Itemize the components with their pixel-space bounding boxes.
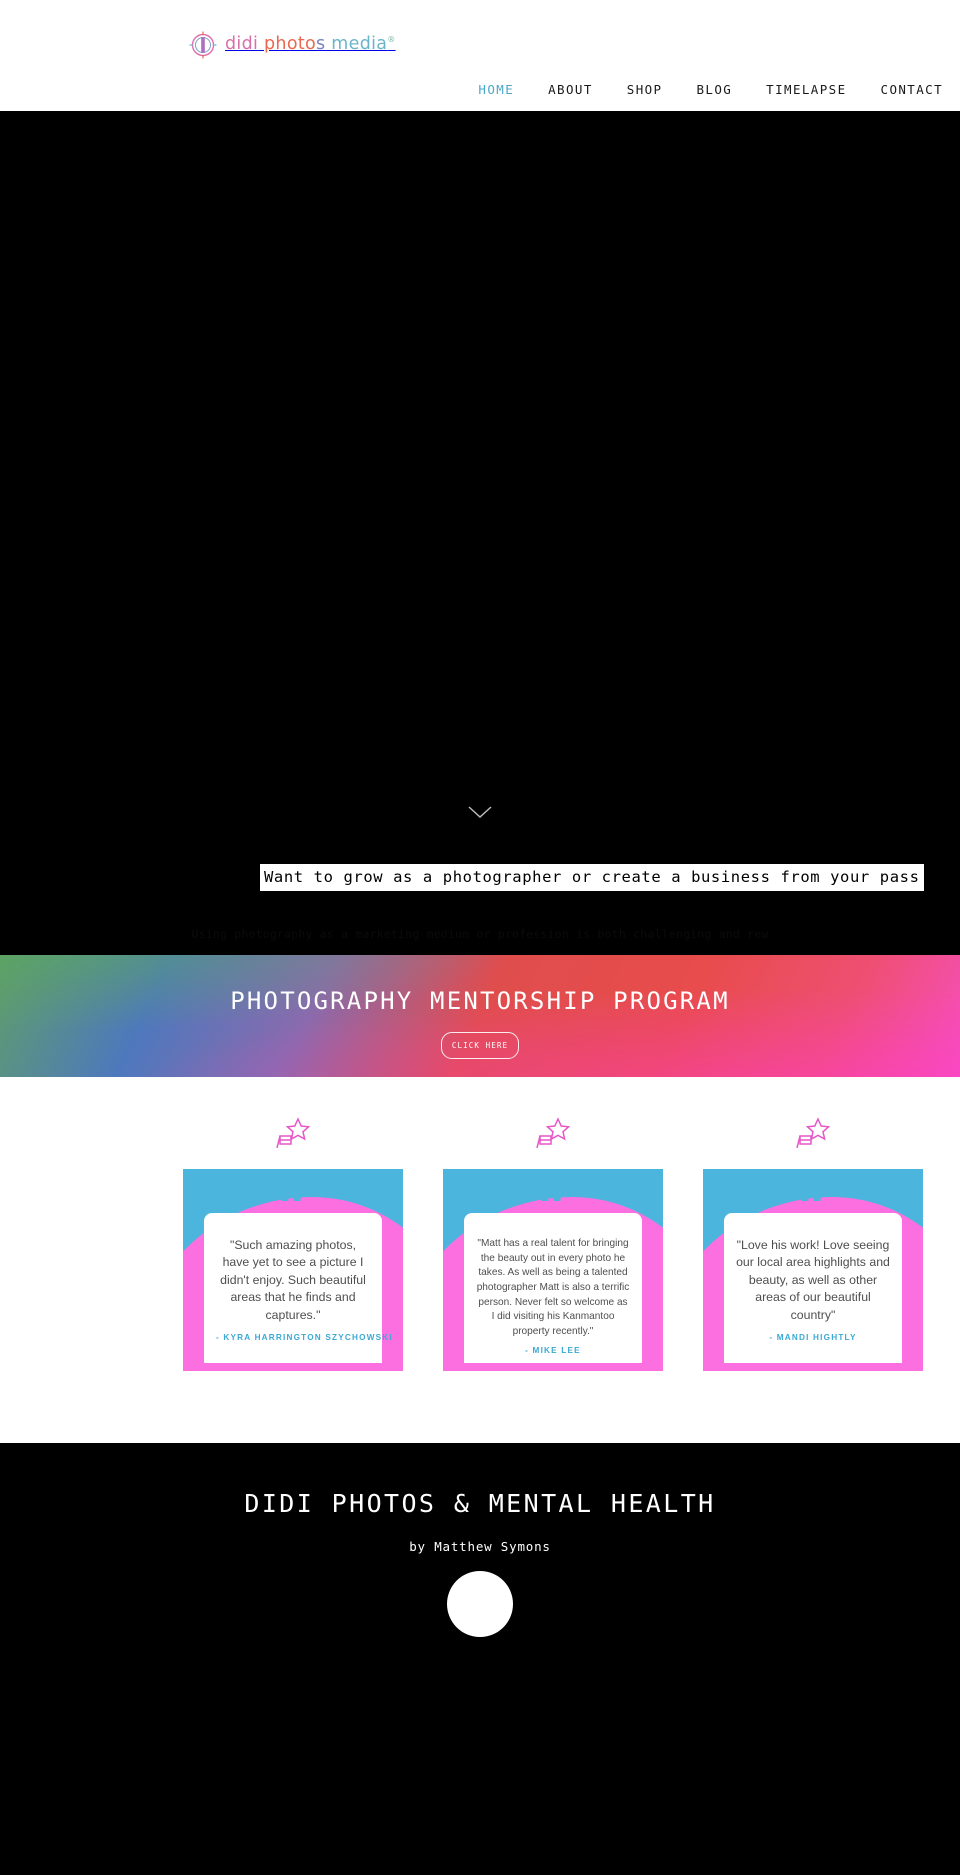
quote-mark-icon: “	[797, 1175, 829, 1239]
testimonial-quote: "Such amazing photos, have yet to see a …	[220, 1238, 366, 1322]
testimonial-author: - MANDI HIGHTLY	[769, 1333, 857, 1343]
logo-text-part-3: s	[316, 34, 326, 55]
star-badge-icon	[796, 1117, 831, 1149]
testimonial-author: - KYRA HARRINGTON SZYCHOWSKI	[216, 1333, 393, 1343]
logo-text-part-4: media	[325, 34, 388, 55]
testimonial-author: - MIKE LEE	[525, 1346, 581, 1356]
quote-mark-icon: “	[277, 1175, 309, 1239]
nav-item-about[interactable]: ABOUT	[531, 82, 610, 98]
mentorship-title: PHOTOGRAPHY MENTORSHIP PROGRAM	[230, 987, 730, 1015]
site-header: didi photos media® HOME ABOUT SHOP BLOG …	[0, 0, 960, 111]
testimonial-card: “ "Matt has a real talent for bringing t…	[443, 1169, 663, 1371]
logo-text-part-2: photo	[258, 34, 316, 55]
camera-aperture-logo-icon	[188, 30, 218, 60]
testimonial-card: “ "Such amazing photos, have yet to see …	[183, 1169, 403, 1371]
video-thumbnail-circle[interactable]	[447, 1571, 513, 1637]
star-badge-icon	[536, 1117, 571, 1149]
logo-text-part-1: didi	[225, 34, 259, 55]
star-badge-icon	[276, 1117, 311, 1149]
click-here-button[interactable]: CLICK HERE	[441, 1032, 519, 1059]
hero-paragraph-1: Using photography as a marketing medium …	[191, 927, 769, 941]
quote-mark-icon: “	[537, 1175, 569, 1239]
testimonials-section: “ "Such amazing photos, have yet to see …	[0, 1077, 960, 1443]
testimonial-item: “ "Love his work! Love seeing our local …	[703, 1117, 923, 1371]
testimonial-card: “ "Love his work! Love seeing our local …	[703, 1169, 923, 1371]
nav-item-timelapse[interactable]: TIMELAPSE	[749, 82, 863, 98]
testimonial-quote: "Love his work! Love seeing our local ar…	[736, 1238, 890, 1322]
mental-health-section: DIDI PHOTOS & MENTAL HEALTH by Matthew S…	[0, 1443, 960, 1875]
hero-section: Want to grow as a photographer or create…	[0, 111, 960, 955]
nav-item-contact[interactable]: CONTACT	[864, 82, 960, 98]
nav-item-blog[interactable]: BLOG	[679, 82, 749, 98]
nav-item-home[interactable]: HOME	[461, 82, 531, 98]
testimonial-list: “ "Such amazing photos, have yet to see …	[0, 1117, 960, 1371]
site-logo[interactable]: didi photos media®	[188, 30, 396, 60]
testimonial-item: “ "Such amazing photos, have yet to see …	[183, 1117, 403, 1371]
logo-registered-mark: ®	[387, 35, 396, 45]
mental-health-byline: by Matthew Symons	[409, 1539, 551, 1554]
testimonial-quote: "Matt has a real talent for bringing the…	[476, 1238, 630, 1337]
testimonial-item: “ "Matt has a real talent for bringing t…	[443, 1117, 663, 1371]
chevron-down-icon[interactable]	[467, 804, 493, 820]
nav-item-shop[interactable]: SHOP	[610, 82, 680, 98]
hero-headline-banner: Want to grow as a photographer or create…	[260, 864, 924, 891]
main-navigation: HOME ABOUT SHOP BLOG TIMELAPSE CONTACT	[461, 82, 960, 98]
site-logo-text: didi photos media®	[225, 36, 396, 54]
mental-health-title: DIDI PHOTOS & MENTAL HEALTH	[244, 1489, 716, 1518]
hero-body-copy: Using photography as a marketing medium …	[0, 923, 960, 955]
mentorship-banner: PHOTOGRAPHY MENTORSHIP PROGRAM CLICK HER…	[0, 955, 960, 1077]
